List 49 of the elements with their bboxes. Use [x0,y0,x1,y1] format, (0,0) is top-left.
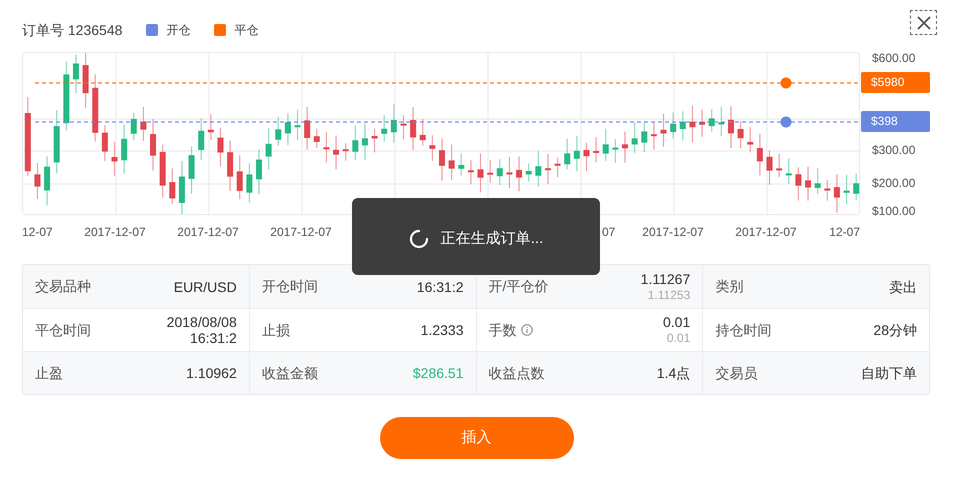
detail-label: 交易员 [715,364,758,382]
legend-label: 开仓 [166,22,190,39]
detail-value: EUR/USD [174,278,237,294]
order-number: 订单号 1236548 [22,20,122,40]
x-axis-label: 07 [602,224,616,241]
y-axis-label: $200.00 [872,177,916,189]
detail-value: 自助下单 [861,365,917,381]
detail-value: 16:31:2 [190,330,237,346]
detail-value: 28分钟 [873,322,917,338]
x-axis-label: 2017-12-07 [84,224,146,241]
insert-button[interactable]: 插入 [380,417,574,459]
close-icon [916,16,930,30]
y-axis-label: $600.00 [872,52,916,64]
x-axis-label: 2017-12-07 [735,224,797,241]
detail-label: 平仓时间 [35,320,91,340]
detail-value: 1.2333 [420,322,464,338]
detail-label: 止损 [262,320,290,340]
detail-value: 2018/08/08 [166,314,237,330]
x-axis-label: 12-07 [22,224,53,241]
x-axis-label: 2017-12-07 [642,224,704,241]
detail-value: 1.11267 [640,270,690,286]
detail-label: 交易品种 [35,277,91,296]
detail-value: 1.11253 [648,286,690,302]
x-axis-label: 12-07 [829,224,860,241]
detail-value: 16:31:2 [416,278,464,294]
detail-label: 手数 [488,320,516,340]
detail-label: 类别 [715,277,744,296]
y-axis-label: $300.00 [872,144,916,156]
x-axis-label: 2017-12-07 [177,224,239,241]
spinner-icon [408,229,429,249]
detail-label: 收益点数 [488,364,544,382]
y-axis-label: $100.00 [872,205,916,217]
price-tag: $5980 [861,72,930,93]
detail-label: 开/平仓价 [488,277,548,296]
detail-value: 1.4点 [656,365,690,381]
close-button[interactable] [910,10,937,35]
detail-value: 1.10962 [186,365,237,381]
detail-label: 持仓时间 [715,320,772,340]
detail-label: 开仓时间 [262,277,318,296]
detail-value: $286.51 [412,365,464,381]
loading-text: 正在生成订单... [440,229,544,249]
detail-value: 0.01 [663,314,690,330]
detail-value: 卖出 [889,278,917,294]
legend-label: 平仓 [234,22,258,39]
detail-label: 止盈 [35,364,63,382]
detail-value: 0.01 [666,330,690,346]
x-axis-label: 2017-12-07 [270,224,332,241]
detail-label: 收益金额 [262,364,318,382]
price-tag: $398 [861,111,930,132]
